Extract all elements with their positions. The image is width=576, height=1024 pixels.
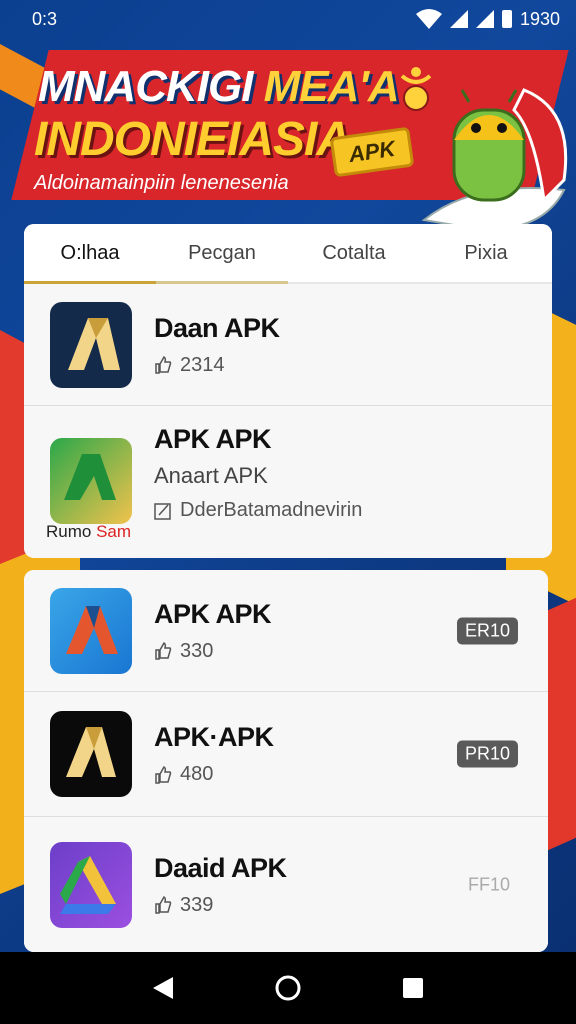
app-list-card: O:lhaa Pecgan Cotalta Pixia Daan APK 231… — [24, 224, 552, 558]
home-button[interactable] — [268, 968, 308, 1008]
icon-caption: Rumo Sam — [46, 522, 131, 542]
banner-title-highlight: MEA'A — [263, 62, 400, 111]
developer-name: DderBatamadnevirin — [180, 499, 363, 521]
tab-3[interactable]: Cotalta — [288, 224, 420, 282]
like-count: 330 — [180, 639, 214, 662]
signal-icon — [449, 10, 468, 28]
app-info: APK APK Anaart APK DderBatamadnevirin — [154, 424, 536, 522]
banner-title-part: MNACKIGI — [38, 62, 264, 111]
thumbs-up-icon — [155, 896, 172, 914]
circle-home-icon — [275, 975, 301, 1001]
back-button[interactable] — [143, 968, 183, 1008]
app-icon — [50, 841, 132, 928]
google-drive-style-icon — [60, 855, 116, 914]
app-icon — [50, 711, 132, 797]
list-item[interactable]: APK APK 330 ER10 — [24, 570, 548, 692]
promo-banner: MNACKIGI MEA'A INDONIEIASIA Aldoinamainp… — [0, 40, 576, 232]
letter-a-icon — [64, 454, 116, 500]
list-item[interactable]: Daan APK 2314 — [24, 284, 552, 406]
version-badge: FF10 — [467, 874, 510, 894]
status-bar: 0:3 1930 — [0, 0, 576, 38]
recents-button[interactable] — [393, 968, 433, 1008]
letter-a-icon — [68, 317, 120, 370]
banner-title: MNACKIGI MEA'A — [38, 62, 400, 112]
version-badge: ER10 — [456, 617, 518, 644]
status-icons: 1930 — [415, 8, 560, 30]
tab-4[interactable]: Pixia — [420, 224, 552, 282]
app-icon — [50, 438, 132, 524]
tab-2[interactable]: Pecgan — [156, 224, 288, 284]
android-mascot-icon — [421, 88, 568, 232]
thumbs-up-icon — [155, 642, 172, 660]
triangle-back-icon — [152, 977, 173, 999]
banner-subtitle: Aldoinamainpiin lenenesenia — [34, 172, 289, 194]
app-icon — [50, 587, 132, 674]
list-item[interactable]: Rumo Sam APK APK Anaart APK DderBatamadn… — [24, 406, 552, 556]
list-item[interactable]: Daaid APK 339 FF10 — [24, 817, 548, 952]
edit-square-icon — [154, 502, 171, 520]
wifi-icon — [415, 9, 442, 29]
square-recents-icon — [403, 978, 424, 998]
app-name: Daan APK — [154, 312, 280, 343]
status-time: 0:3 — [32, 8, 58, 29]
tab-1[interactable]: O:lhaa — [24, 224, 156, 284]
caption-part: Rumo — [46, 522, 92, 541]
banner-title-line2: INDONIEIASIA — [34, 113, 351, 166]
caption-part-red: Sam — [96, 522, 132, 541]
navigation-bar — [0, 952, 576, 1024]
like-count: 339 — [180, 893, 214, 916]
like-count: 480 — [180, 763, 214, 785]
letter-a-icon — [66, 605, 118, 654]
like-count: 2314 — [180, 353, 225, 376]
app-name: APK APK — [154, 424, 272, 454]
app-meta: 2314 — [154, 354, 536, 377]
thumbs-up-icon — [155, 765, 172, 784]
signal-icon — [475, 10, 494, 28]
app-list-card: APK APK 330 ER10 APK·APK 480 PR10 Daaid … — [24, 570, 548, 952]
list-item[interactable]: APK·APK 480 PR10 — [24, 692, 548, 817]
letter-a-icon — [66, 727, 116, 777]
thumbs-up-icon — [155, 356, 172, 374]
app-info: Daan APK 2314 — [154, 313, 536, 377]
status-clock: 1930 — [519, 8, 560, 29]
app-meta: DderBatamadnevirin — [154, 499, 536, 522]
app-subtitle: Anaart APK — [154, 463, 268, 488]
battery-icon — [501, 10, 512, 28]
app-icon — [50, 301, 132, 388]
tab-bar: O:lhaa Pecgan Cotalta Pixia — [24, 224, 552, 284]
version-badge: PR10 — [456, 740, 518, 768]
